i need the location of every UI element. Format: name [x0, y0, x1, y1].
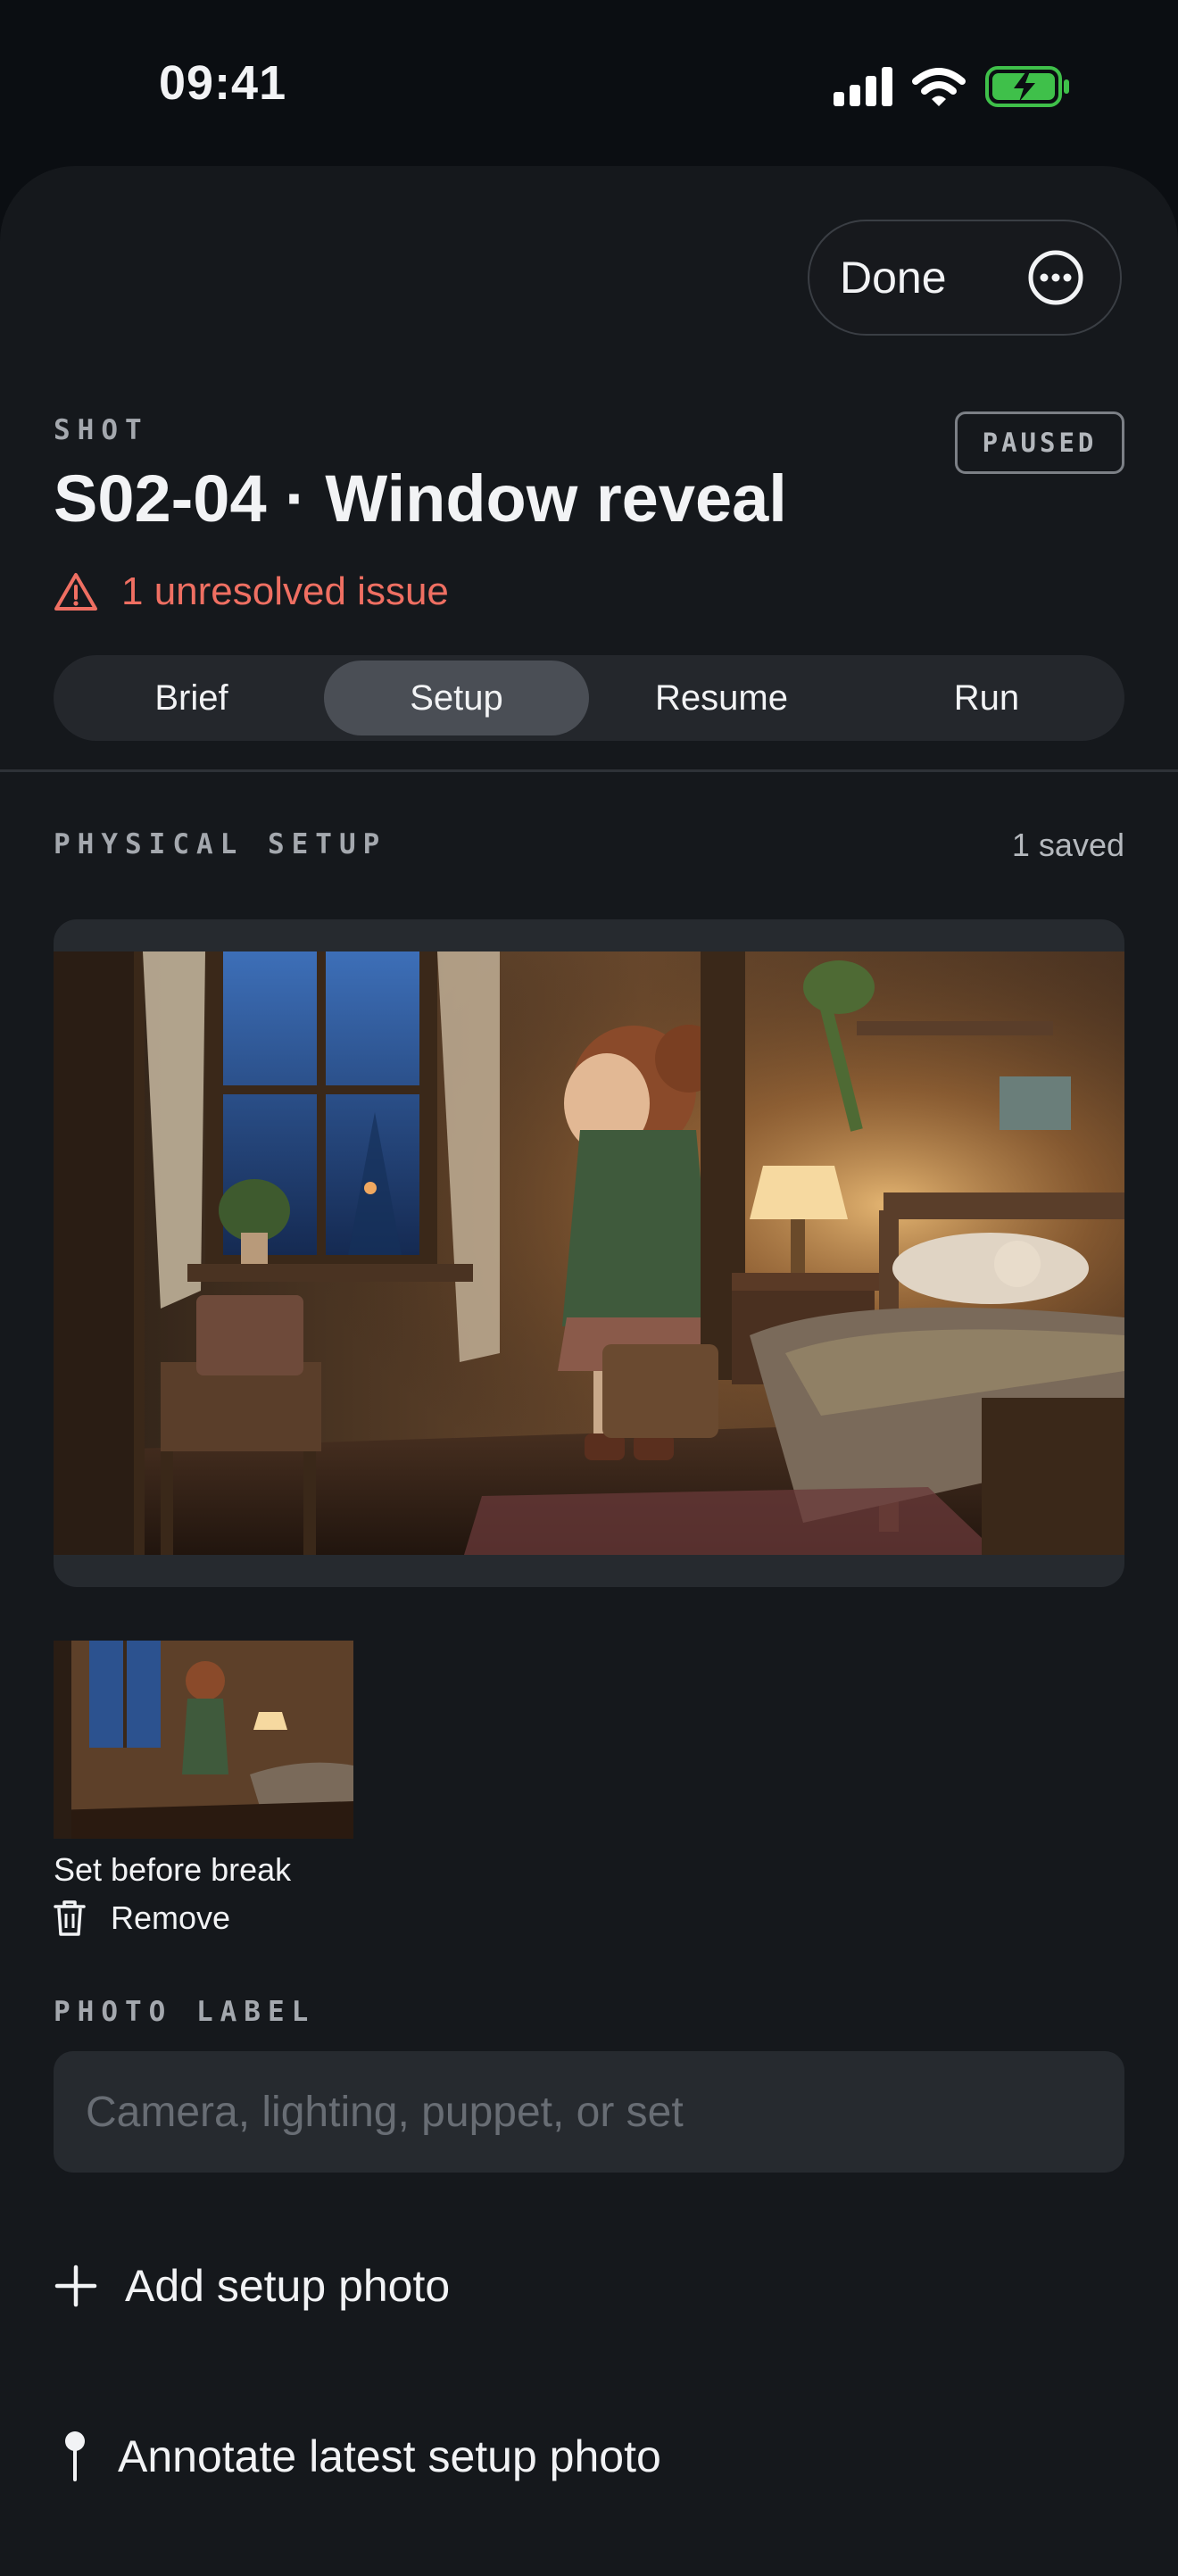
warning-icon: [54, 573, 97, 611]
battery-charging-icon: [985, 66, 1069, 107]
thumbnail-caption: Set before break: [54, 1851, 292, 1888]
add-setup-photo-button[interactable]: Add setup photo: [54, 2260, 450, 2312]
add-setup-photo-label: Add setup photo: [125, 2261, 451, 2311]
status-icons: [834, 64, 1071, 109]
setup-photo[interactable]: [54, 951, 1124, 1555]
tab-bar: Brief Setup Resume Run: [54, 655, 1124, 741]
done-button[interactable]: Done: [840, 252, 947, 303]
photo-label-input[interactable]: [54, 2051, 1124, 2173]
issue-link[interactable]: 1 unresolved issue: [54, 569, 449, 614]
setup-photo-card[interactable]: [54, 919, 1124, 1587]
tab-run[interactable]: Run: [854, 661, 1119, 735]
status-bar: 09:41: [0, 0, 1178, 170]
setup-thumbnail[interactable]: [54, 1641, 353, 1839]
thumbnail-image[interactable]: [54, 1641, 353, 1839]
tab-setup[interactable]: Setup: [324, 661, 589, 735]
issue-text: 1 unresolved issue: [121, 569, 449, 613]
plus-icon: [54, 2264, 97, 2307]
signal-icon: [834, 67, 892, 106]
divider: [0, 769, 1178, 772]
page-title: S02-04 · Window reveal: [54, 461, 787, 536]
tab-resume[interactable]: Resume: [589, 661, 854, 735]
status-badge: PAUSED: [955, 411, 1124, 474]
wifi-icon: [912, 68, 966, 106]
remove-button[interactable]: Remove: [54, 1899, 230, 1937]
remove-label: Remove: [111, 1899, 231, 1936]
status-time: 09:41: [159, 56, 287, 110]
pin-icon: [65, 2431, 85, 2481]
section-label-physical-setup: PHYSICAL SETUP: [54, 828, 387, 860]
shot-eyebrow: SHOT: [54, 414, 149, 446]
done-more-control[interactable]: Done: [808, 220, 1122, 336]
annotate-photo-button[interactable]: Annotate latest setup photo: [59, 2430, 661, 2483]
section-label-photo-label: PHOTO LABEL: [54, 1996, 316, 2028]
annotate-photo-label: Annotate latest setup photo: [118, 2431, 661, 2481]
more-icon[interactable]: [1027, 249, 1084, 306]
saved-count: 1 saved: [1011, 827, 1124, 863]
tab-brief[interactable]: Brief: [59, 661, 324, 735]
trash-icon: [54, 1900, 86, 1936]
